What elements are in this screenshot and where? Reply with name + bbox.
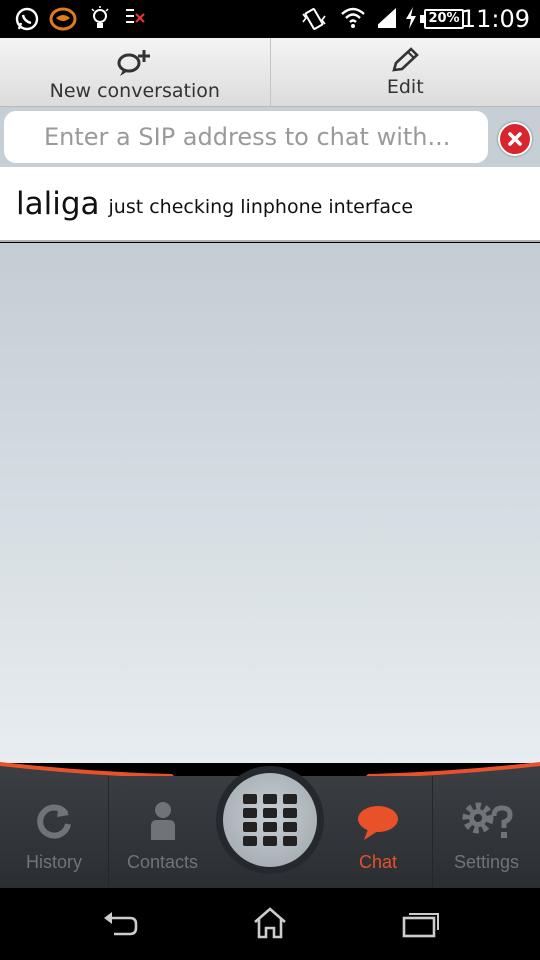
close-icon [508,132,522,146]
app-icon [49,7,77,31]
person-icon [150,802,175,840]
battery-icon: 20% [420,9,464,29]
top-toolbar: New conversation Edit [0,38,540,107]
notification-icon [126,9,145,23]
new-conversation-button[interactable]: New conversation [0,38,270,106]
tab-history-label: History [25,852,82,872]
whatsapp-icon [15,7,39,31]
list-item[interactable]: laliga just checking linphone interface [0,167,540,242]
dialpad-icon [243,794,297,846]
new-conversation-label: New conversation [49,80,220,102]
home-icon[interactable] [251,906,289,940]
dialer-button-face [223,773,317,867]
edit-button[interactable]: Edit [269,38,540,106]
tab-contacts[interactable]: Contacts [108,776,216,888]
clear-input-button[interactable] [498,122,532,156]
pencil-icon [392,47,420,72]
wifi-icon [341,7,365,28]
tab-settings[interactable]: Settings [432,776,540,888]
edit-label: Edit [386,76,424,98]
tab-contacts-label: Contacts [126,852,199,872]
gears-question-icon [462,802,513,838]
chat-bubble-icon [358,806,398,840]
tab-chat-label: Chat [358,852,398,872]
vibrate-icon [302,8,326,30]
new-chat-icon [117,50,150,76]
refresh-icon [37,804,71,839]
bottom-navigation: History Contacts Chat Settings [0,760,540,888]
clock: 11:09 [460,5,530,33]
recent-apps-icon[interactable] [400,910,440,940]
system-nav-bar [0,888,540,960]
tab-chat[interactable]: Chat [324,776,432,888]
signal-icon [374,8,396,28]
conversation-list-background [0,243,540,763]
dialer-button[interactable] [216,766,324,874]
sip-search-bar: Enter a SIP address to chat with... [0,107,540,167]
lightbulb-icon [91,6,109,28]
back-icon[interactable] [100,910,140,940]
status-bar: 20% 11:09 [0,0,540,38]
charging-icon [406,7,416,29]
tab-history[interactable]: History [0,776,108,888]
sip-address-input[interactable]: Enter a SIP address to chat with... [4,111,488,163]
conversation-contact-name: laliga [16,185,100,222]
conversation-last-message: just checking linphone interface [108,195,414,218]
tab-settings-label: Settings [453,852,520,872]
